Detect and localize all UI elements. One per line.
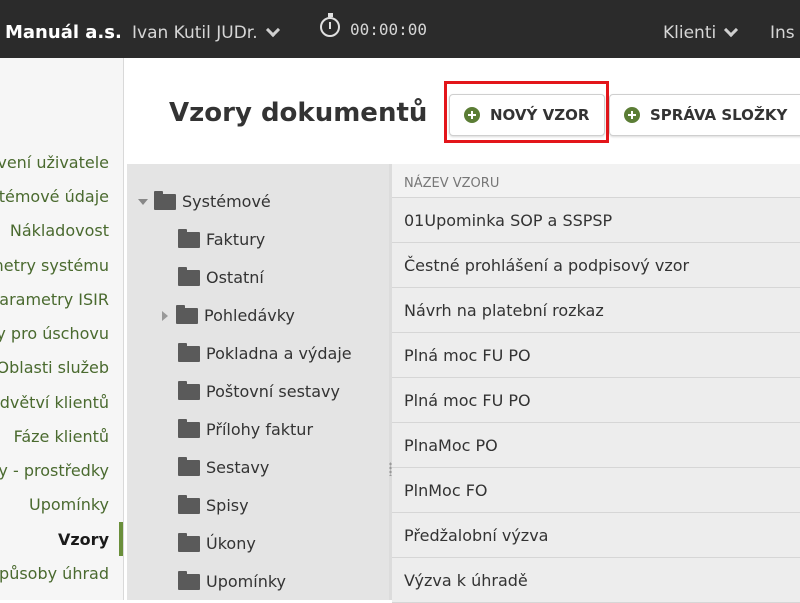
plus-circle-icon xyxy=(624,107,640,123)
list-item[interactable]: 01Upominka SOP a SSPSP xyxy=(392,198,800,243)
active-item-indicator xyxy=(119,522,123,556)
tree-node[interactable]: Upomínky xyxy=(178,570,286,591)
tree-node-label: Pohledávky xyxy=(204,306,295,325)
caret-right-icon[interactable] xyxy=(162,310,168,321)
tree-node[interactable]: Faktury xyxy=(178,228,266,249)
tree-node[interactable]: Sestavy xyxy=(178,456,270,477)
sidebar-item[interactable]: y pro úschovu xyxy=(0,324,109,343)
company-name[interactable]: Manuál a.s. xyxy=(5,22,122,43)
manage-folder-label: SPRÁVA SLOŽKY xyxy=(650,106,788,124)
tree-node[interactable]: Přílohy faktur xyxy=(178,418,314,439)
list-item[interactable]: Plná moc FU PO xyxy=(392,333,800,378)
list-item[interactable]: PlnaMoc PO xyxy=(392,423,800,468)
tree-node[interactable]: Pokladna a výdaje xyxy=(178,342,352,363)
tree-node[interactable]: Poštovní sestavy xyxy=(178,380,340,401)
time-tracker[interactable]: 00:00:00 xyxy=(320,12,428,39)
tree-node[interactable]: Pohledávky xyxy=(162,304,295,325)
folder-icon xyxy=(178,266,200,286)
sidebar-item[interactable]: metry systému xyxy=(0,256,109,275)
list-item[interactable]: Výzva k úhradě xyxy=(392,558,800,603)
template-list: NÁZEV VZORU 01Upominka SOP a SSPSP Čestn… xyxy=(392,164,800,603)
sidebar-item-vzory[interactable]: Vzory xyxy=(58,530,109,549)
clients-menu[interactable]: Klienti xyxy=(663,22,739,43)
sidebar-item[interactable]: působy úhrad xyxy=(0,564,109,583)
folder-icon xyxy=(176,304,198,324)
folder-icon xyxy=(178,532,200,552)
tree-node[interactable]: Úkony xyxy=(178,532,256,553)
main-content: Vzory dokumentů NOVÝ VZOR SPRÁVA SLOŽKY … xyxy=(124,58,800,603)
timer-value: 00:00:00 xyxy=(350,20,428,39)
folder-icon xyxy=(178,418,200,438)
sidebar-item[interactable]: Fáze klientů xyxy=(14,427,109,446)
sidebar-item[interactable]: stémové údaje xyxy=(0,187,109,206)
folder-icon xyxy=(178,380,200,400)
list-item[interactable]: Čestné prohlášení a podpisový vzor xyxy=(392,243,800,288)
sidebar-item[interactable]: y - prostředky xyxy=(0,461,109,480)
tree-node-label: Faktury xyxy=(206,230,266,249)
folder-icon xyxy=(178,456,200,476)
list-item[interactable]: PlnMoc FO xyxy=(392,468,800,513)
clients-menu-label: Klienti xyxy=(663,23,717,43)
folder-icon xyxy=(178,342,200,362)
user-name: Ivan Kutil JUDr. xyxy=(132,23,258,43)
folder-icon xyxy=(178,228,200,248)
tree-node-root[interactable]: Systémové xyxy=(138,190,271,211)
sidebar-item[interactable]: Nákladovost xyxy=(10,221,109,240)
sidebar-item[interactable]: Upomínky xyxy=(29,495,109,514)
list-item[interactable]: Plná moc FU PO xyxy=(392,378,800,423)
folder-tree: Systémové Faktury Ostatní Pohledávky Pok… xyxy=(127,164,389,600)
tree-node[interactable]: Spisy xyxy=(178,494,249,515)
tree-node-label: Pokladna a výdaje xyxy=(206,344,352,363)
folder-icon xyxy=(154,190,176,210)
tree-node-label: Upomínky xyxy=(206,572,286,591)
sidebar-item[interactable]: vení uživatele xyxy=(0,153,109,172)
highlight-box xyxy=(444,81,609,143)
tree-node-label: Ostatní xyxy=(206,268,264,287)
list-item[interactable]: Předžalobní výzva xyxy=(392,513,800,558)
page-title: Vzory dokumentů xyxy=(169,98,428,128)
settings-sidebar: vení uživatele stémové údaje Nákladovost… xyxy=(0,58,124,600)
tree-node-label: Systémové xyxy=(182,192,271,211)
tree-node-label: Sestavy xyxy=(206,458,270,477)
tree-node-label: Přílohy faktur xyxy=(206,420,314,439)
list-item[interactable]: Návrh na platební rozkaz xyxy=(392,288,800,333)
user-menu[interactable]: Ivan Kutil JUDr. xyxy=(132,22,280,43)
tree-node[interactable]: Ostatní xyxy=(178,266,264,287)
caret-down-icon[interactable] xyxy=(138,198,148,205)
insolvency-menu[interactable]: Ins xyxy=(770,23,795,43)
sidebar-item[interactable]: dvětví klientů xyxy=(0,393,109,412)
sidebar-item[interactable]: arametry ISIR xyxy=(0,290,109,309)
chevron-down-icon xyxy=(265,22,280,38)
column-header-name[interactable]: NÁZEV VZORU xyxy=(392,164,800,198)
chevron-down-icon xyxy=(724,22,739,38)
sidebar-item[interactable]: Oblasti služeb xyxy=(0,358,109,377)
manage-folder-button[interactable]: SPRÁVA SLOŽKY xyxy=(609,94,800,136)
tree-node-label: Spisy xyxy=(206,496,249,515)
stopwatch-icon xyxy=(320,12,340,37)
folder-icon xyxy=(178,494,200,514)
tree-node-label: Úkony xyxy=(206,534,256,553)
folder-icon xyxy=(178,570,200,590)
tree-node-label: Poštovní sestavy xyxy=(206,382,340,401)
